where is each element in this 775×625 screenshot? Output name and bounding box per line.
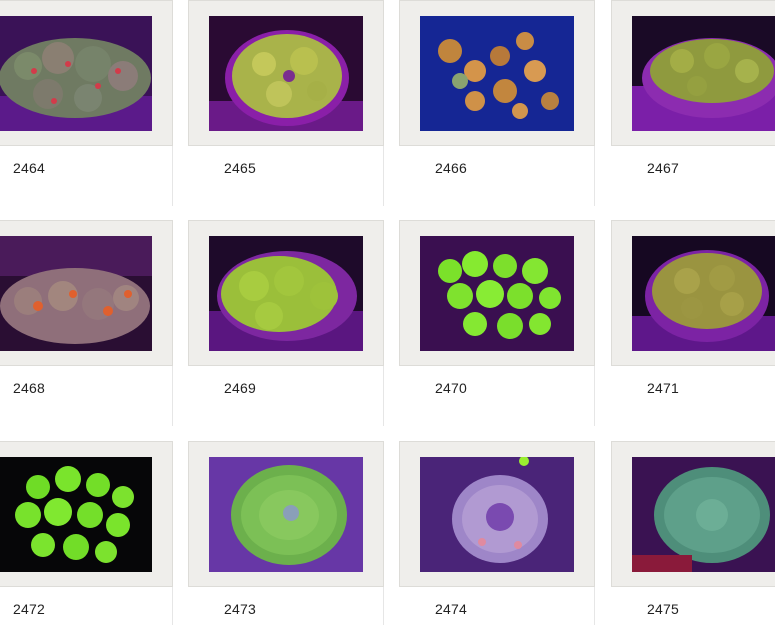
- item-number[interactable]: 2474: [435, 601, 467, 617]
- coral-photo[interactable]: [209, 457, 363, 572]
- coral-photo[interactable]: [632, 16, 775, 131]
- coral-photo[interactable]: [632, 236, 775, 351]
- item-number[interactable]: 2468: [13, 380, 45, 396]
- gallery-item[interactable]: 2465: [188, 0, 384, 206]
- coral-photo[interactable]: [420, 16, 574, 131]
- coral-photo[interactable]: [209, 236, 363, 351]
- thumbnail-card[interactable]: [188, 441, 384, 587]
- product-gallery: 2464 2465 2466 2467 2468 2469 2470 2471 …: [0, 0, 775, 625]
- item-number[interactable]: 2464: [13, 160, 45, 176]
- gallery-item[interactable]: 2466: [399, 0, 595, 206]
- gallery-item[interactable]: 2475: [611, 441, 775, 625]
- gallery-item[interactable]: 2464: [0, 0, 173, 206]
- thumbnail-card[interactable]: [611, 441, 775, 587]
- thumbnail-card[interactable]: [0, 220, 173, 366]
- gallery-item[interactable]: 2468: [0, 220, 173, 426]
- item-number[interactable]: 2473: [224, 601, 256, 617]
- coral-photo[interactable]: [0, 236, 152, 351]
- gallery-item[interactable]: 2471: [611, 220, 775, 426]
- thumbnail-card[interactable]: [399, 0, 595, 146]
- thumbnail-card[interactable]: [399, 441, 595, 587]
- gallery-item[interactable]: 2467: [611, 0, 775, 206]
- item-number[interactable]: 2471: [647, 380, 679, 396]
- item-number[interactable]: 2469: [224, 380, 256, 396]
- gallery-item[interactable]: 2470: [399, 220, 595, 426]
- thumbnail-card[interactable]: [399, 220, 595, 366]
- thumbnail-card[interactable]: [0, 0, 173, 146]
- item-number[interactable]: 2465: [224, 160, 256, 176]
- coral-photo[interactable]: [209, 16, 363, 131]
- item-number[interactable]: 2475: [647, 601, 679, 617]
- item-number[interactable]: 2472: [13, 601, 45, 617]
- gallery-item[interactable]: 2469: [188, 220, 384, 426]
- thumbnail-card[interactable]: [188, 220, 384, 366]
- item-number[interactable]: 2470: [435, 380, 467, 396]
- coral-photo[interactable]: [0, 457, 152, 572]
- coral-photo[interactable]: [420, 457, 574, 572]
- gallery-item[interactable]: 2472: [0, 441, 173, 625]
- item-number[interactable]: 2466: [435, 160, 467, 176]
- thumbnail-card[interactable]: [188, 0, 384, 146]
- coral-photo[interactable]: [0, 16, 152, 131]
- thumbnail-card[interactable]: [611, 220, 775, 366]
- thumbnail-card[interactable]: [611, 0, 775, 146]
- item-number[interactable]: 2467: [647, 160, 679, 176]
- coral-photo[interactable]: [632, 457, 775, 572]
- thumbnail-card[interactable]: [0, 441, 173, 587]
- coral-photo[interactable]: [420, 236, 574, 351]
- gallery-item[interactable]: 2474: [399, 441, 595, 625]
- gallery-item[interactable]: 2473: [188, 441, 384, 625]
